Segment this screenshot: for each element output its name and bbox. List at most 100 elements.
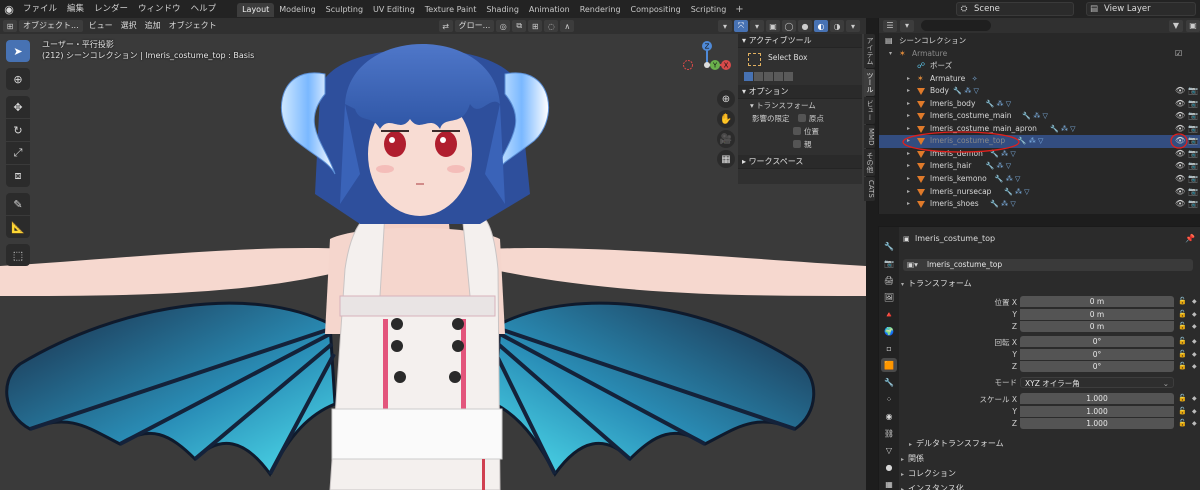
material-tab-icon[interactable]: ● bbox=[881, 460, 897, 474]
proportional-edit-icon[interactable]: ◌ bbox=[544, 20, 559, 32]
blender-logo-icon[interactable]: ◉ bbox=[0, 0, 18, 18]
overlay-icon[interactable]: ⤧ bbox=[734, 20, 748, 32]
collection-tab-icon[interactable]: ▫ bbox=[881, 341, 897, 355]
pivot-icon[interactable]: ◎ bbox=[496, 20, 511, 32]
render-camera-icon[interactable]: 📷 bbox=[1188, 148, 1198, 160]
visibility-eye-icon[interactable]: 👁 bbox=[1175, 110, 1185, 122]
render-camera-icon[interactable]: 📷 bbox=[1188, 110, 1198, 122]
filter-icon[interactable]: ▼ bbox=[1169, 19, 1183, 32]
rendered-shading-icon[interactable]: ◑ bbox=[830, 20, 844, 32]
workspace-tab[interactable]: Modeling bbox=[274, 3, 320, 17]
outliner-row[interactable]: ▸ lmeris_costume_main 🔧 ⁂ ▽ 👁 📷 bbox=[879, 110, 1200, 122]
pin-icon[interactable]: 📌 bbox=[1185, 234, 1195, 243]
show-gizmo-icon[interactable]: ▾ bbox=[718, 20, 732, 32]
shading-dropdown-icon[interactable]: ▾ bbox=[846, 20, 860, 32]
expand-arrow-icon[interactable]: ▸ bbox=[907, 98, 910, 110]
location-field[interactable]: 0 m bbox=[1020, 321, 1174, 332]
render-camera-icon[interactable]: 📷 bbox=[1188, 85, 1198, 97]
editor-type-icon[interactable]: ⊞ bbox=[3, 20, 17, 32]
collection-toggle-icon[interactable]: ☑ bbox=[1175, 48, 1182, 60]
outliner-row[interactable]: ▸ ✶ Armature ✧ bbox=[879, 73, 1200, 85]
transform-section-header[interactable]: ▾ トランスフォーム bbox=[901, 277, 1199, 291]
physics-tab-icon[interactable]: ◉ bbox=[881, 409, 897, 423]
properties-section-header[interactable]: ▸ コレクション bbox=[901, 467, 1199, 481]
keyframe-dot-icon[interactable]: ◆ bbox=[1192, 351, 1197, 358]
lock-icon[interactable]: 🔓 bbox=[1178, 362, 1187, 370]
menu-item[interactable]: ウィンドウ bbox=[133, 0, 186, 18]
keyframe-dot-icon[interactable]: ◆ bbox=[1192, 338, 1197, 345]
display-mode-icon[interactable]: ▾ bbox=[900, 19, 914, 32]
material-shading-icon[interactable]: ◐ bbox=[814, 20, 828, 32]
lock-icon[interactable]: 🔓 bbox=[1178, 310, 1187, 318]
visibility-eye-icon[interactable]: 👁 bbox=[1175, 198, 1185, 210]
world-tab-icon[interactable]: 🌍 bbox=[881, 324, 897, 338]
properties-section-header[interactable]: ▸ 関係 bbox=[901, 452, 1199, 466]
workspace-tab[interactable]: UV Editing bbox=[368, 3, 420, 17]
menu-item[interactable]: ヘルプ bbox=[186, 0, 222, 18]
visibility-eye-icon[interactable]: 👁 bbox=[1175, 148, 1185, 160]
select-box-tool-icon[interactable]: ➤ bbox=[6, 40, 30, 62]
orientation-icon[interactable]: ⇄ bbox=[438, 20, 453, 32]
origins-checkbox[interactable] bbox=[797, 114, 806, 122]
options-header[interactable]: ▾ オプション bbox=[738, 85, 862, 99]
render-camera-icon[interactable]: 📷 bbox=[1188, 98, 1198, 110]
location-field[interactable]: 0 m bbox=[1020, 308, 1174, 320]
tool-tab-icon[interactable]: 🔧 bbox=[881, 239, 897, 253]
visibility-eye-icon[interactable]: 👁 bbox=[1175, 98, 1185, 110]
view-layer-tab-icon[interactable]: 🖼 bbox=[881, 290, 897, 304]
sidebar-tab[interactable]: MMD bbox=[864, 125, 875, 149]
workspace-tab[interactable]: Compositing bbox=[626, 3, 686, 17]
lock-icon[interactable]: 🔓 bbox=[1178, 322, 1187, 330]
visibility-eye-icon[interactable]: 👁 bbox=[1175, 85, 1185, 97]
properties-section-header[interactable]: ▸ デルタトランスフォーム bbox=[909, 437, 1200, 451]
rotation-mode-dropdown[interactable]: XYZ オイラー角 ⌄ bbox=[1020, 377, 1174, 388]
zoom-icon[interactable]: ⊕ bbox=[717, 90, 735, 108]
outliner-row[interactable]: ▸ lmeris_shoes 🔧 ⁂ ▽ 👁 📷 bbox=[879, 198, 1200, 210]
annotate-tool-icon[interactable]: ✎ bbox=[6, 193, 30, 215]
workspace-tab[interactable]: Scripting bbox=[686, 3, 732, 17]
outliner-row[interactable]: ▸ lmeris_demon 🔧 ⁂ ▽ 👁 📷 bbox=[879, 148, 1200, 160]
visibility-eye-icon[interactable]: 👁 bbox=[1175, 173, 1185, 185]
parents-checkbox[interactable] bbox=[793, 140, 801, 148]
data-tab-icon[interactable]: ▽ bbox=[881, 443, 897, 457]
falloff-icon[interactable]: ∧ bbox=[560, 20, 575, 32]
workspace-tab[interactable]: Texture Paint bbox=[420, 3, 482, 17]
3d-viewport[interactable]: ⊞ オブジェクト... ビュー 選択 追加 オブジェクト ⇄ グロー... ◎ ⧉ ⊞… bbox=[0, 18, 866, 490]
outliner-type-icon[interactable]: ☰ bbox=[883, 19, 897, 32]
outliner-row[interactable]: ▸ lmeris_body 🔧 ⁂ ▽ 👁 📷 bbox=[879, 98, 1200, 110]
workspace-tab[interactable]: Rendering bbox=[575, 3, 626, 17]
render-camera-icon[interactable]: 📷 bbox=[1188, 173, 1198, 185]
lock-icon[interactable]: 🔓 bbox=[1178, 337, 1187, 345]
keyframe-dot-icon[interactable]: ◆ bbox=[1192, 408, 1197, 415]
outliner-row[interactable]: ▸ lmeris_nursecap 🔧 ⁂ ▽ 👁 📷 bbox=[879, 186, 1200, 198]
workspace-tab[interactable]: Animation bbox=[524, 3, 575, 17]
workspace-tab[interactable]: Shading bbox=[481, 3, 524, 17]
lock-icon[interactable]: 🔓 bbox=[1178, 394, 1187, 402]
sidebar-tab[interactable]: CATS bbox=[864, 177, 875, 202]
outliner-row[interactable]: ▸ lmeris_costume_top 🔧 ⁂ ▽ 👁 📷 bbox=[879, 135, 1200, 148]
sidebar-tab[interactable]: ツール bbox=[864, 69, 875, 96]
workspace-header[interactable]: ▸ ワークスペース bbox=[738, 155, 862, 169]
add-cube-tool-icon[interactable]: ⬚ bbox=[6, 244, 30, 266]
expand-arrow-icon[interactable]: ▸ bbox=[907, 85, 910, 97]
expand-arrow-icon[interactable]: ▸ bbox=[907, 198, 910, 210]
render-tab-icon[interactable]: 📷 bbox=[881, 256, 897, 270]
pan-hand-icon[interactable]: ✋ bbox=[717, 110, 735, 128]
perspective-grid-icon[interactable]: ▦ bbox=[717, 150, 735, 168]
scene-tab-icon[interactable]: 🔺 bbox=[881, 307, 897, 321]
select-intersect-icon[interactable] bbox=[784, 72, 793, 81]
scale-field[interactable]: 1.000 bbox=[1020, 393, 1174, 404]
workspace-tab[interactable]: Sculpting bbox=[321, 3, 368, 17]
render-camera-icon[interactable]: 📷 bbox=[1188, 198, 1198, 210]
visibility-eye-icon[interactable]: 👁 bbox=[1175, 160, 1185, 172]
xray-icon[interactable]: ▣ bbox=[766, 20, 780, 32]
render-camera-icon[interactable]: 📷 bbox=[1188, 123, 1198, 135]
navigation-gizmo[interactable]: Z Y X bbox=[682, 40, 732, 90]
visibility-eye-icon[interactable]: 👁 bbox=[1175, 186, 1185, 198]
new-collection-icon[interactable]: ▣ bbox=[1186, 19, 1200, 32]
viewport-menu-item[interactable]: 追加 bbox=[141, 20, 165, 32]
visibility-eye-icon[interactable]: 👁 bbox=[1175, 135, 1185, 147]
lock-icon[interactable]: 🔓 bbox=[1178, 419, 1187, 427]
wireframe-shading-icon[interactable]: ◯ bbox=[782, 20, 796, 32]
outliner-search-input[interactable] bbox=[921, 20, 991, 31]
